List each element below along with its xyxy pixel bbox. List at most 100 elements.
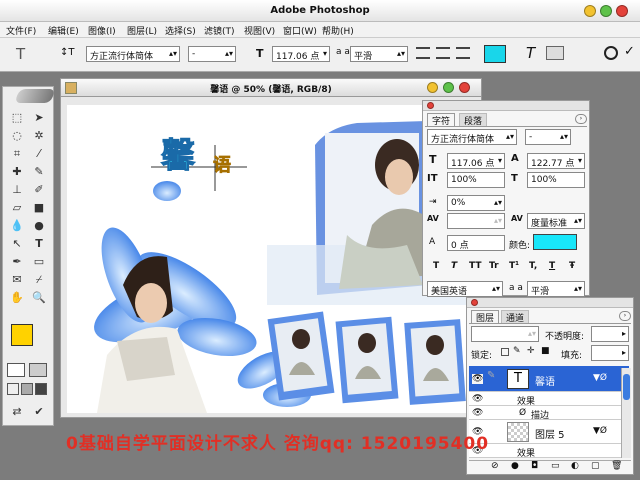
- quickmask-mode-icon[interactable]: [29, 363, 47, 377]
- char-vscale-field[interactable]: 100%: [447, 172, 505, 188]
- notes-tool-icon[interactable]: ✉: [7, 271, 27, 289]
- char-tsume-select[interactable]: 0% ▴▾: [447, 195, 505, 211]
- menu-image[interactable]: 图像(I): [88, 24, 116, 37]
- layer-stroke-row[interactable]: 👁 Ø 描边: [469, 406, 629, 421]
- layers-menu-icon[interactable]: ›: [619, 311, 631, 321]
- faux-bold-button[interactable]: T: [433, 261, 439, 271]
- gradient-tool-icon[interactable]: ■: [29, 199, 49, 217]
- subscript-button[interactable]: T,: [529, 261, 537, 271]
- tab-channels[interactable]: 通道: [501, 310, 530, 324]
- zoom-tool-icon[interactable]: 🔍: [29, 289, 49, 307]
- menu-layer[interactable]: 图层(L): [127, 24, 157, 37]
- align-right-icon[interactable]: [456, 47, 470, 59]
- imageready-check-icon[interactable]: ✔: [29, 403, 49, 421]
- slice-tool-icon[interactable]: ⁄: [29, 145, 49, 163]
- doc-minimize-button[interactable]: [427, 82, 438, 93]
- opacity-field[interactable]: ▸: [591, 326, 629, 342]
- lock-image-icon[interactable]: ✎: [513, 346, 521, 356]
- panel-menu-icon[interactable]: ›: [575, 114, 587, 124]
- brush-tool-icon[interactable]: ✎: [29, 163, 49, 181]
- heading-glyph-yu[interactable]: 语: [213, 155, 232, 177]
- align-center-icon[interactable]: [436, 47, 450, 59]
- lock-position-icon[interactable]: ✛: [527, 346, 535, 356]
- layer-effects-row-2[interactable]: 👁 效果: [469, 444, 629, 459]
- fill-field[interactable]: ▸: [591, 345, 629, 361]
- eyedropper-icon[interactable]: ⌿: [29, 271, 49, 289]
- new-layer-icon[interactable]: ▢: [591, 461, 600, 471]
- new-group-icon[interactable]: ▭: [551, 461, 560, 471]
- tab-layers[interactable]: 图层: [471, 310, 500, 324]
- strikethrough-button[interactable]: Ŧ: [569, 261, 575, 271]
- char-kerning-select[interactable]: 度量标准 ▴▾: [527, 213, 585, 229]
- foreground-color-swatch[interactable]: [11, 324, 33, 346]
- dodge-tool-icon[interactable]: ●: [29, 217, 49, 235]
- type-tool-icon[interactable]: T: [16, 45, 25, 63]
- menu-help[interactable]: 帮助(H): [322, 24, 354, 37]
- layer-row-image[interactable]: 👁 图层 5 ▼Ø: [469, 420, 629, 444]
- imageready-icon[interactable]: ⇄: [7, 403, 27, 421]
- visibility-eye-icon[interactable]: 👁: [472, 374, 484, 384]
- move-tool-icon[interactable]: ➤: [29, 109, 49, 127]
- crop-tool-icon[interactable]: ⌗: [7, 145, 27, 163]
- char-hscale-field[interactable]: 100%: [527, 172, 585, 188]
- visibility-eye-icon[interactable]: 👁: [472, 394, 483, 404]
- adjustment-layer-icon[interactable]: ◐: [571, 461, 579, 471]
- layer-effects-icon[interactable]: ▼Ø: [593, 426, 607, 436]
- layer-effects-row[interactable]: 👁 效果: [469, 392, 629, 407]
- path-selection-icon[interactable]: ↖: [7, 235, 27, 253]
- history-brush-icon[interactable]: ✐: [29, 181, 49, 199]
- layers-panel-close-button[interactable]: [471, 299, 478, 306]
- menu-select[interactable]: 选择(S): [165, 24, 196, 37]
- superscript-button[interactable]: T¹: [509, 261, 519, 271]
- underline-button[interactable]: T: [549, 261, 555, 271]
- char-color-swatch[interactable]: [533, 234, 577, 250]
- align-left-icon[interactable]: [416, 47, 430, 59]
- palettes-icon[interactable]: [546, 46, 564, 60]
- small-caps-button[interactable]: Tr: [489, 261, 499, 271]
- char-antialias-select[interactable]: 平滑 ▴▾: [527, 281, 585, 297]
- faux-italic-button[interactable]: T: [451, 261, 457, 271]
- minimize-button[interactable]: [584, 5, 596, 17]
- maximize-button[interactable]: [600, 5, 612, 17]
- menu-file[interactable]: 文件(F): [6, 24, 36, 37]
- menu-window[interactable]: 窗口(W): [283, 24, 317, 37]
- char-size-field[interactable]: 117.06 点 ▾: [447, 153, 505, 169]
- lasso-tool-icon[interactable]: ◌: [7, 127, 27, 145]
- orientation-icon[interactable]: ↕T: [60, 47, 75, 58]
- lock-all-icon[interactable]: ■: [541, 346, 550, 356]
- char-language-select[interactable]: 美国英语 ▴▾: [427, 281, 503, 297]
- char-tracking-select[interactable]: ▴▾: [447, 213, 505, 229]
- blend-mode-select[interactable]: ▴▾: [471, 326, 539, 342]
- link-layers-icon[interactable]: ⊘: [491, 461, 499, 471]
- warp-text-icon[interactable]: T: [526, 44, 535, 62]
- scrollbar-thumb[interactable]: [623, 374, 630, 400]
- font-size-select[interactable]: 117.06 点 ▾: [272, 46, 330, 62]
- menu-view[interactable]: 视图(V): [244, 24, 275, 37]
- hand-tool-icon[interactable]: ✋: [7, 289, 27, 307]
- shape-tool-icon[interactable]: ▭: [29, 253, 49, 271]
- text-color-swatch[interactable]: [484, 45, 506, 63]
- marquee-tool-icon[interactable]: ⬚: [7, 109, 27, 127]
- antialias-select[interactable]: 平滑 ▴▾: [350, 46, 408, 62]
- char-leading-field[interactable]: 122.77 点 ▾: [527, 153, 585, 169]
- char-baseline-field[interactable]: 0 点: [447, 235, 505, 251]
- layer-effects-icon[interactable]: ▼Ø: [593, 373, 607, 383]
- char-font-style-select[interactable]: - ▴▾: [525, 129, 571, 145]
- tab-character[interactable]: 字符: [427, 113, 456, 127]
- screen-mode-3-icon[interactable]: [35, 383, 47, 395]
- font-style-select[interactable]: - ▴▾: [188, 46, 236, 62]
- close-button[interactable]: [616, 5, 628, 17]
- screen-mode-2-icon[interactable]: [21, 383, 33, 395]
- commit-icon[interactable]: ✓: [624, 44, 635, 59]
- layer-row-text[interactable]: 👁 ✎ T 馨语 ▼Ø: [469, 366, 629, 392]
- menu-filter[interactable]: 滤镜(T): [204, 24, 235, 37]
- type-tool-box-icon[interactable]: T: [29, 235, 49, 253]
- doc-maximize-button[interactable]: [443, 82, 454, 93]
- image-canvas[interactable]: 馨 语: [67, 105, 475, 413]
- pen-tool-icon[interactable]: ✒: [7, 253, 27, 271]
- blur-tool-icon[interactable]: 💧: [7, 217, 27, 235]
- magic-wand-icon[interactable]: ✲: [29, 127, 49, 145]
- add-style-icon[interactable]: ●: [511, 461, 519, 471]
- font-family-select[interactable]: 方正流行体简体 ▴▾: [86, 46, 180, 62]
- healing-brush-icon[interactable]: ✚: [7, 163, 27, 181]
